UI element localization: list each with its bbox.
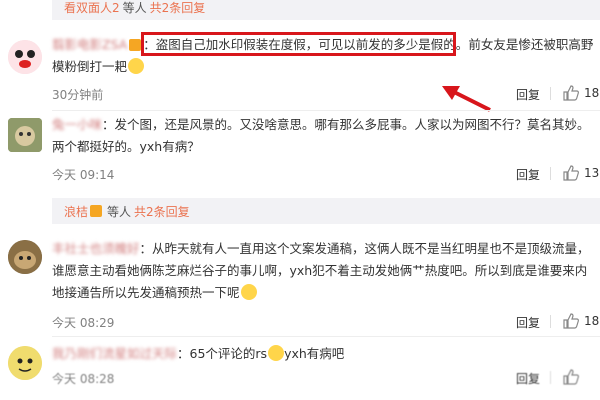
reply-button[interactable]: 回复 bbox=[516, 370, 540, 387]
reply-button[interactable]: 回复 bbox=[516, 314, 540, 331]
avatar[interactable] bbox=[8, 118, 42, 152]
comment-2-username[interactable]: 兔一小咪 bbox=[52, 117, 102, 132]
thinking-emoji-icon bbox=[240, 284, 257, 300]
avatar-image-icon bbox=[8, 346, 42, 380]
comment-2-text-line2: 两个都挺好的。yxh有病？ bbox=[52, 139, 200, 154]
comment-2-meta: 今天 09:14 回复 13 bbox=[52, 165, 600, 184]
avatar-image-icon bbox=[8, 240, 42, 274]
reply-band-link[interactable]: 共2条回复 bbox=[150, 0, 206, 16]
comment-4-username[interactable]: 我乃刚们流星如过天际 bbox=[52, 346, 177, 361]
comment-time: 今天 09:14 bbox=[52, 168, 115, 182]
reply-band-mid[interactable]: 浪桔 等人 共2条回复 bbox=[52, 198, 600, 224]
thumbs-up-icon[interactable] bbox=[562, 369, 580, 385]
reply-band-user[interactable]: 浪桔 bbox=[64, 203, 88, 220]
like-count: 18 bbox=[584, 314, 600, 328]
reply-band-text: 等人 bbox=[107, 204, 132, 219]
divider bbox=[52, 336, 600, 337]
comment-4-text: ：65个评论的rs bbox=[177, 346, 268, 361]
thumbs-up-icon[interactable] bbox=[562, 165, 580, 181]
crying-emoji-icon bbox=[128, 58, 145, 74]
like-count: 13 bbox=[584, 166, 600, 180]
avatar[interactable] bbox=[8, 346, 42, 380]
comment-1-text-line2: 模粉倒打一耙 bbox=[52, 59, 128, 74]
avatar-image-icon bbox=[8, 118, 42, 152]
comment-1-meta: 30分钟前 回复 18 bbox=[52, 85, 600, 104]
comment-3-text-line2: 谁愿意主动看她俩陈芝麻烂谷子的事儿啊，yxh犯不着主动发她俩艹热度吧。所以到底是… bbox=[52, 263, 588, 278]
divider bbox=[550, 87, 551, 100]
comment-4-body: 我乃刚们流星如过天际：65个评论的rs yxh有病吧 bbox=[52, 343, 594, 365]
comment-3-username[interactable]: 丰社士也须魄好 bbox=[52, 241, 140, 256]
thumbs-up-icon[interactable] bbox=[562, 313, 580, 329]
comment-1-text: 前女友是惨还被职高野 bbox=[468, 37, 594, 52]
like-count: 18 bbox=[584, 86, 600, 100]
avatar[interactable] bbox=[8, 240, 42, 274]
comment-4-meta: 今天 08:28 回复 bbox=[52, 369, 600, 388]
divider bbox=[52, 110, 600, 111]
reply-button[interactable]: 回复 bbox=[516, 86, 540, 103]
red-highlight-box bbox=[141, 32, 456, 56]
comment-3-text-line3: 地接通告所以先发通稿预热一下呢 bbox=[52, 285, 240, 300]
thumbs-up-icon[interactable] bbox=[562, 85, 580, 101]
divider bbox=[550, 371, 551, 384]
comment-time: 今天 08:29 bbox=[52, 316, 115, 330]
reply-button[interactable]: 回复 bbox=[516, 166, 540, 183]
divider bbox=[550, 167, 551, 180]
comment-3-meta: 今天 08:29 回复 18 bbox=[52, 313, 600, 332]
reply-band-text: 等人 bbox=[122, 0, 147, 15]
comment-2-body: 兔一小咪：发个图，还是风景的。又没啥意思。哪有那么多屁事。人家以为网图不行？莫名… bbox=[52, 114, 594, 158]
comment-time: 30分钟前 bbox=[52, 88, 104, 102]
avatar-image-icon bbox=[8, 40, 42, 74]
reply-band-user[interactable]: 看双面人2 bbox=[64, 0, 120, 16]
comment-3-text: ：从昨天就有人一直用这个文案发通稿，这俩人既不是当红明星也不是顶级流量， bbox=[139, 241, 590, 256]
comment-3-body: 丰社士也须魄好：从昨天就有人一直用这个文案发通稿，这俩人既不是当红明星也不是顶级… bbox=[52, 238, 594, 304]
comment-2-text: ：发个图，还是风景的。又没啥意思。哪有那么多屁事。人家以为网图不行？莫名其妙。 bbox=[102, 117, 590, 132]
vip-badge-icon bbox=[90, 205, 103, 217]
divider bbox=[550, 315, 551, 328]
reply-band-link[interactable]: 共2条回复 bbox=[134, 203, 190, 220]
reply-band-top[interactable]: 看双面人2 等人 共2条回复 bbox=[52, 0, 600, 20]
avatar[interactable] bbox=[8, 40, 42, 74]
comment-time: 今天 08:28 bbox=[52, 372, 115, 386]
comment-1-username[interactable]: 翦影电影ZSA bbox=[52, 37, 127, 52]
sweat-emoji-icon bbox=[268, 345, 285, 361]
comment-4-text-after: yxh有病吧 bbox=[284, 346, 345, 361]
vip-badge-icon bbox=[129, 39, 142, 51]
